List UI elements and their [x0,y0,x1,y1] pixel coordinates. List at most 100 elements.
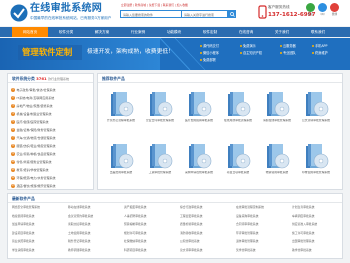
category-item[interactable]: 1 电子政务/审批/信访/社保系统 [11,86,91,94]
search-hint-field[interactable]: 请输入关键字进行搜索 [182,10,228,18]
product-name[interactable]: 出差费用审批系统 [103,171,139,175]
latest-item[interactable]: 加班申请审批系统 [12,222,64,226]
product-name[interactable]: 公文流转审批管理系统 [298,119,334,123]
recommended-panel-header: 推荐软件产品 [98,74,342,83]
latest-item[interactable]: 质量检验审批系统 [180,222,232,226]
phone-icon [258,5,267,19]
latest-item[interactable]: 综合行政审批系统 [180,205,232,209]
latest-item[interactable]: 计划生育审批系统 [292,205,344,209]
product-card[interactable]: 开票办公流程审批系统 [103,90,139,128]
product-card[interactable]: 出差费用审批系统 [103,142,139,180]
nav-item-custom[interactable]: 软件定制 [192,27,228,37]
latest-item[interactable]: 工程变更审批系统 [180,214,232,218]
product-card[interactable]: 医疗费用报销审批系统 [181,90,217,128]
banner-tag: 微信小程序 [200,51,219,56]
latest-item[interactable]: 移动在线审批系统 [68,205,120,209]
search-input[interactable]: 请输入您要搜索的软件 [120,10,182,18]
product-card[interactable]: 请假在线审批管理系统 [259,90,295,128]
latest-item[interactable]: 科研项目审批系统 [124,248,176,252]
latest-item[interactable]: 土地使用审批系统 [68,231,120,235]
product-name[interactable]: 企业合同审批管理系统 [142,119,178,123]
product-name[interactable]: 工资审批管理系统 [142,171,178,175]
product-card[interactable]: 采购申请在线审批系统 [181,142,217,180]
nav-item-cases[interactable]: 行业案例 [120,27,156,37]
category-item[interactable]: 10 零售/商贸/服务业管理系统 [11,158,91,166]
latest-item[interactable]: 奖学金审批系统 [236,248,288,252]
category-item[interactable]: 8 服装/纺织/鞋业/箱包管理系统 [11,142,91,150]
product-name[interactable]: 请假在线审批管理系统 [259,119,295,123]
latest-item[interactable]: 人事招聘审批系统 [124,214,176,218]
latest-item[interactable]: 学生请假审批系统 [12,248,64,252]
product-card[interactable]: 公文流转审批管理系统 [298,90,334,128]
software-box-icon [228,144,251,169]
latest-item[interactable]: 规划许可审批系统 [124,231,176,235]
product-name[interactable]: 采购申请在线审批系统 [181,171,217,175]
category-item[interactable]: 2 IT系统/电商/互联网应用系统 [11,94,91,102]
latest-item[interactable]: 教师调课审批系统 [68,248,120,252]
bullet-icon: 5 [11,120,15,124]
latest-item[interactable]: 离职交接审批系统 [68,222,120,226]
product-card[interactable]: 印章使用审批管理系统 [298,142,334,180]
banner-tag: 免费演示 [240,44,256,49]
category-item[interactable]: 5 医疗/健康/医院管理系统 [11,118,91,126]
nav-item-consult[interactable]: 在线咨询 [228,27,264,37]
latest-item[interactable]: 预算编制审批系统 [124,222,176,226]
category-item[interactable]: 11 教育/培训/学校管理系统 [11,166,91,174]
wechat-link[interactable]: 微信 [305,3,316,17]
product-card[interactable]: 项目立项审批系统 [220,142,256,180]
product-name[interactable]: 物资领用审批系统 [259,171,295,175]
top-links[interactable]: 立即注册 | 软件商城 | 免费下载 | 联系我们 | 加入收藏 [121,3,188,7]
latest-item[interactable]: 环评审批管理系统 [236,231,288,235]
latest-item[interactable]: 会议室预约审批系统 [68,214,120,218]
product-card[interactable]: 在线用款审批流程系统 [220,90,256,128]
latest-item[interactable]: 论文评审审批系统 [180,248,232,252]
bullet-icon: 8 [11,144,15,148]
logo-title[interactable]: 在线审批系统网 [30,3,102,15]
latest-item[interactable]: 社保缴纳审批系统 [124,239,176,243]
nav-item-contact[interactable]: 联系我们 [300,27,336,37]
latest-item[interactable]: 施工许可审批系统 [292,231,344,235]
category-item[interactable]: 7 汽车/交通/物流/仓储管理系统 [11,134,91,142]
nav-item-solutions[interactable]: 解决方案 [84,27,120,37]
product-card[interactable]: 物资领用审批系统 [259,142,295,180]
latest-item[interactable]: 助学金审批系统 [292,248,344,252]
software-box-icon [306,144,329,169]
nav-item-categories[interactable]: 软件分类 [48,27,84,37]
latest-item[interactable]: 出国审批管理系统 [292,239,344,243]
product-card[interactable]: 工资审批管理系统 [142,142,178,180]
latest-item[interactable]: 消防验收审批系统 [180,231,232,235]
nav-item-modules[interactable]: 功能模块 [156,27,192,37]
category-item[interactable]: 12 环保/能源/电力/水务管理系统 [11,174,91,182]
product-card[interactable]: 企业合同审批管理系统 [142,90,178,128]
category-item[interactable]: 4 机械/设备/制造业管理系统 [11,110,91,118]
product-name[interactable]: 医疗费用报销审批系统 [181,119,217,123]
promo-banner[interactable]: 管理软件定制 极速开发，架构成熟，收费更低！ 源代码交付 免费演示 云服务器 手… [0,38,350,70]
latest-item[interactable]: 退休审批管理系统 [236,239,288,243]
product-name[interactable]: 开票办公流程审批系统 [103,119,139,123]
category-item[interactable]: 13 酒店/餐饮/旅游/娱乐管理系统 [11,182,91,190]
search-button[interactable] [228,10,236,18]
latest-item[interactable]: 供应商准入审批系统 [292,222,344,226]
qq-link[interactable]: QQ [317,3,328,17]
latest-item[interactable]: 税务登记审批系统 [68,239,120,243]
latest-item[interactable]: 公积金审批系统 [180,239,232,243]
nav-item-about[interactable]: 关于我们 [264,27,300,37]
latest-item[interactable]: 车辆调度审批系统 [292,214,344,218]
latest-item[interactable]: 在线审批流程定制系统 [236,205,288,209]
product-name[interactable]: 印章使用审批管理系统 [298,171,334,175]
latest-item[interactable]: 资产报废审批系统 [124,205,176,209]
category-item[interactable]: 3 房地产/物业/家居/装修系统 [11,102,91,110]
nav-item-home[interactable]: 网站首页 [12,27,48,37]
latest-item[interactable]: 建设项目审批系统 [12,231,64,235]
category-item[interactable]: 6 金融/证券/保险/财务管理系统 [11,126,91,134]
latest-item[interactable]: 设备采购审批系统 [236,214,288,218]
category-item[interactable]: 9 农业/养殖/种植/食品管理系统 [11,150,91,158]
software-box-icon [150,144,173,169]
weibo-link[interactable]: 微博 [329,3,340,17]
latest-item[interactable]: 网络安全审批管理系统 [12,205,64,209]
latest-item[interactable]: 营业执照审批系统 [12,239,64,243]
product-name[interactable]: 在线用款审批流程系统 [220,119,256,123]
latest-item[interactable]: 档案借阅审批系统 [12,214,64,218]
product-name[interactable]: 项目立项审批系统 [220,171,256,175]
latest-item[interactable]: 合同评审审批系统 [236,222,288,226]
